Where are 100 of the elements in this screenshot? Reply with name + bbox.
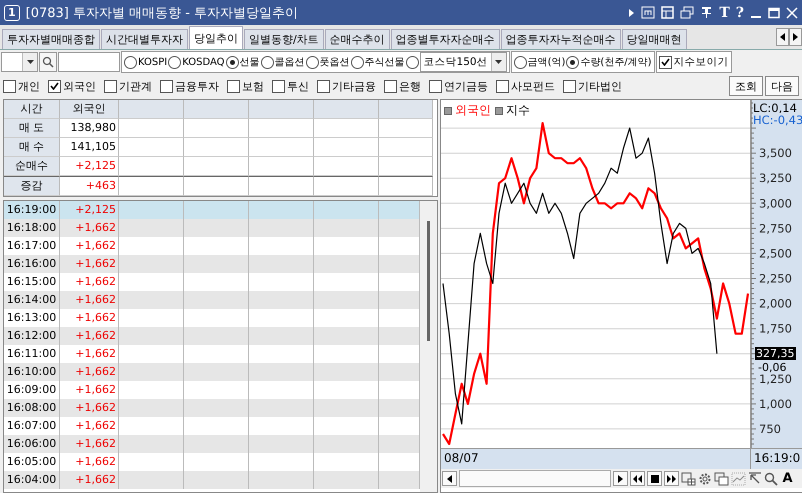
scroll-right-button[interactable] — [613, 471, 628, 486]
tab[interactable]: 순매수추이 — [324, 29, 390, 49]
text-tool-button[interactable]: A — [780, 471, 795, 486]
tab[interactable]: 당일매매현 — [622, 29, 687, 49]
windows-icon[interactable] — [680, 6, 694, 19]
time-cell[interactable]: 16:04:00 — [4, 471, 60, 489]
empty-cell — [184, 157, 249, 176]
tick-label: 1,000 — [759, 396, 792, 411]
tab[interactable]: 시간대별투자자 — [101, 29, 188, 49]
radio-label: 주식선물 — [364, 56, 405, 69]
rewind-button[interactable] — [630, 471, 645, 486]
checkbox-label: 기타법인 — [578, 78, 622, 94]
radio-button[interactable] — [350, 56, 364, 68]
checkbox[interactable] — [227, 80, 240, 92]
tab[interactable]: 업종투자자누적순매수 — [500, 29, 621, 49]
radio-button[interactable] — [168, 56, 182, 68]
current-value-label: 327,35 — [755, 347, 796, 360]
rewind-icon — [633, 474, 642, 482]
windows-grid-icon[interactable] — [681, 472, 696, 486]
table-cell: +1,662 — [60, 363, 119, 381]
code-dropdown[interactable] — [1, 52, 38, 72]
time-cell[interactable]: 16:16:00 — [4, 255, 60, 273]
gear-icon[interactable] — [698, 472, 712, 486]
search-icon[interactable] — [764, 472, 778, 486]
table-cell: +1,662 — [60, 219, 119, 237]
checkbox[interactable] — [384, 80, 397, 92]
radio-button[interactable] — [260, 56, 274, 68]
checkbox[interactable] — [658, 56, 672, 68]
fast-forward-button[interactable] — [664, 471, 679, 486]
checkbox-label: 기관계 — [119, 78, 152, 94]
tick-label: 1,250 — [759, 372, 792, 386]
empty-cell — [314, 157, 379, 176]
left-arrow-icon — [447, 474, 452, 482]
scroll-right-button[interactable] — [789, 28, 802, 46]
table-cell: +1,662 — [60, 471, 119, 489]
empty-cell — [314, 176, 379, 196]
tick-label: 3,500 — [759, 146, 792, 160]
tab[interactable]: 일별동향/차트 — [244, 29, 324, 49]
stop-button[interactable] — [647, 471, 662, 486]
radio-button[interactable] — [406, 56, 419, 68]
checkbox[interactable] — [272, 80, 285, 92]
tick-label: 3,250 — [759, 171, 792, 186]
layout-icon[interactable] — [661, 6, 674, 19]
radio-button[interactable] — [514, 56, 527, 68]
checkbox[interactable] — [48, 80, 61, 92]
time-cell[interactable]: 16:08:00 — [4, 399, 60, 417]
time-cell[interactable]: 16:10:00 — [4, 363, 60, 381]
checkbox-label: 보험 — [242, 78, 264, 94]
scroll-left-button[interactable] — [442, 471, 457, 486]
tab[interactable]: 업종별투자자순매수 — [390, 29, 500, 49]
time-cell[interactable]: 16:14:00 — [4, 291, 60, 309]
time-cell[interactable]: 16:19:00 — [4, 201, 60, 219]
toolbar-button[interactable]: ? — [736, 4, 744, 20]
line-chart-icon[interactable] — [731, 472, 746, 486]
checkbox[interactable] — [496, 80, 509, 92]
legend-label: 지수 — [506, 102, 530, 119]
radio-button[interactable] — [226, 56, 239, 68]
radio-button[interactable] — [306, 56, 319, 68]
time-cell[interactable]: 16:12:00 — [4, 327, 60, 345]
checkbox[interactable] — [160, 80, 173, 92]
time-cell[interactable]: 16:18:00 — [4, 219, 60, 237]
column-header: 외국인 — [60, 100, 119, 119]
toolbar-button[interactable]: T — [719, 4, 730, 20]
axis-label: HC:-0,43 — [753, 113, 802, 127]
pin-icon[interactable] — [700, 6, 714, 19]
tab[interactable]: 투자자별매매종합 — [2, 29, 100, 49]
table-cell: +1,662 — [60, 435, 119, 453]
radio-label: 풋옵션 — [320, 56, 350, 69]
search-icon — [42, 56, 54, 68]
tab[interactable]: 당일추이 — [189, 26, 243, 49]
checkbox-label: 기타금융 — [332, 78, 376, 94]
maximize-icon[interactable] — [768, 6, 780, 18]
checkbox-label: 지수보이기 — [674, 55, 729, 69]
cursor-icon[interactable] — [748, 472, 762, 486]
market-dropdown[interactable]: 코스닥150선 — [420, 52, 507, 72]
windows-icon[interactable] — [714, 472, 729, 486]
checkbox[interactable] — [563, 80, 576, 92]
play-icon[interactable] — [628, 8, 636, 18]
checkbox[interactable] — [429, 80, 442, 92]
radio-button[interactable] — [566, 56, 580, 68]
action-button[interactable]: 조회 — [729, 76, 763, 96]
code-input-field[interactable] — [58, 52, 120, 72]
checkbox-label: 은행 — [399, 78, 421, 94]
checkbox[interactable] — [317, 80, 330, 92]
memo-icon[interactable] — [641, 6, 656, 19]
tick-label: 3,000 — [759, 196, 792, 210]
time-cell[interactable]: 16:06:00 — [4, 435, 60, 453]
action-button[interactable]: 다음 — [765, 76, 799, 96]
check-icon — [660, 58, 670, 66]
column-header: 시간 — [4, 100, 60, 119]
scrollbar-thumb[interactable] — [427, 221, 430, 341]
checkbox[interactable] — [104, 80, 117, 92]
checkbox[interactable] — [3, 80, 16, 92]
checkbox-label: 금융투자 — [175, 78, 219, 94]
close-icon[interactable] — [786, 6, 798, 18]
radio-button[interactable] — [124, 56, 137, 68]
check-icon — [50, 82, 59, 90]
scroll-left-button[interactable] — [776, 28, 789, 46]
search-button[interactable] — [39, 52, 57, 72]
radio-label: 금액(억) — [528, 56, 566, 69]
